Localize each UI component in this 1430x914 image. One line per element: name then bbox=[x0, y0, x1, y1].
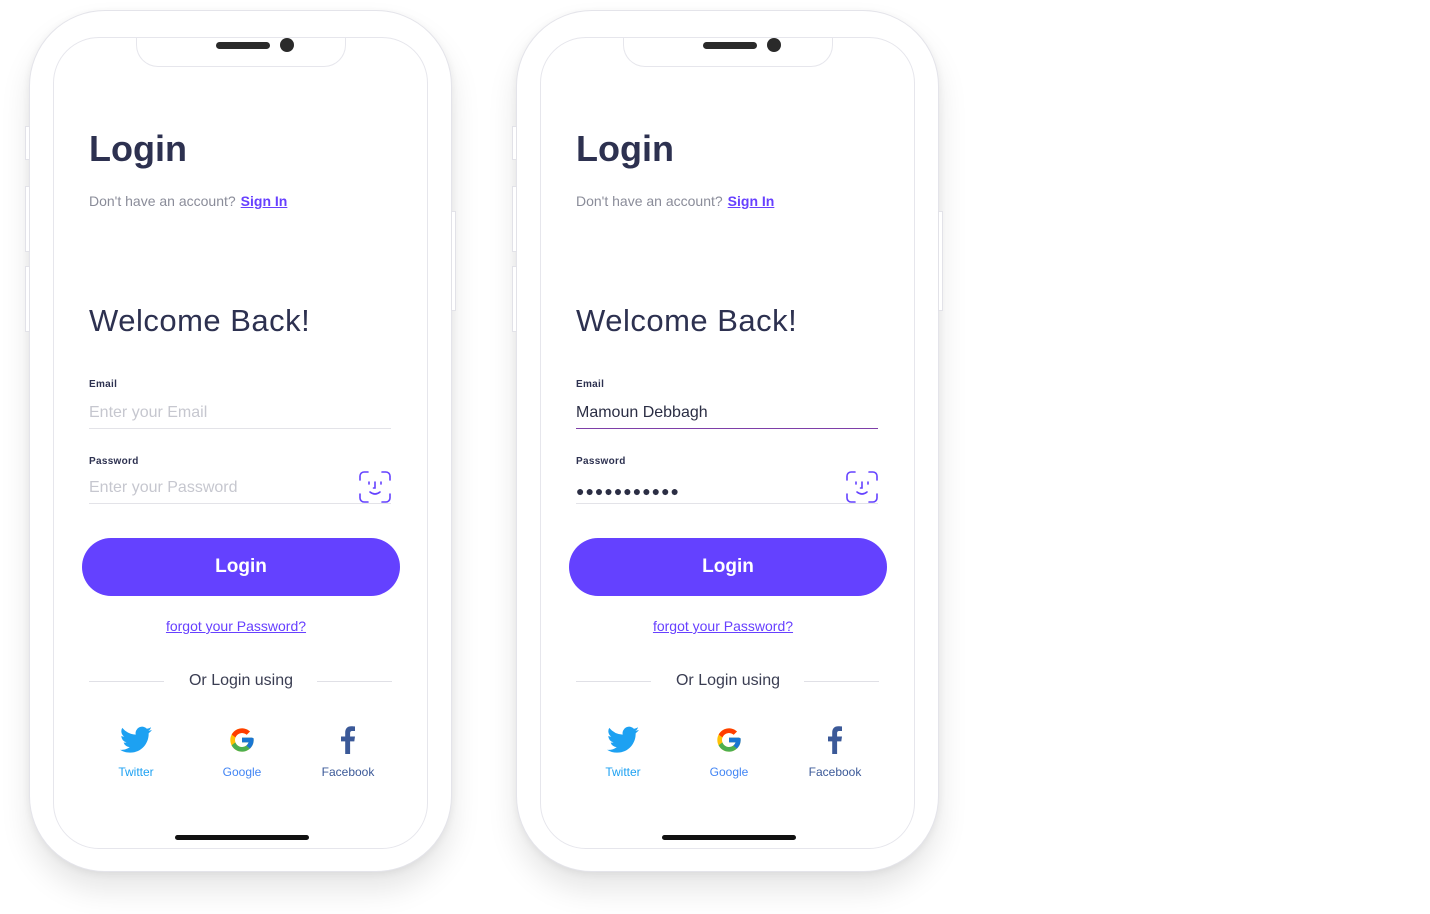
sign-in-link[interactable]: Sign In bbox=[241, 193, 288, 209]
twitter-login-button[interactable]: Twitter bbox=[91, 723, 181, 779]
home-indicator bbox=[662, 835, 796, 840]
volume-down-button bbox=[25, 266, 30, 332]
facebook-icon bbox=[303, 723, 393, 757]
power-button bbox=[451, 211, 456, 311]
twitter-icon bbox=[91, 723, 181, 757]
front-camera bbox=[280, 38, 294, 52]
google-login-button[interactable]: Google bbox=[684, 723, 774, 779]
twitter-icon bbox=[578, 723, 668, 757]
email-input[interactable] bbox=[89, 399, 391, 427]
phone-mockup-right: Login Don't have an account? Sign In Welc… bbox=[512, 10, 943, 872]
google-label: Google bbox=[222, 765, 262, 779]
facebook-login-button[interactable]: Facebook bbox=[790, 723, 880, 779]
divider-right bbox=[317, 681, 392, 682]
google-icon bbox=[197, 723, 287, 757]
forgot-password-link[interactable]: forgot your Password? bbox=[541, 618, 905, 634]
phone-mockup-left: Login Don't have an account? Sign In Welc… bbox=[25, 10, 456, 872]
divider-right bbox=[804, 681, 879, 682]
signup-prompt-text: Don't have an account? bbox=[89, 193, 236, 209]
mute-switch bbox=[25, 126, 30, 160]
password-field-wrapper bbox=[89, 471, 391, 504]
screen: Login Don't have an account? Sign In Welc… bbox=[540, 37, 915, 849]
twitter-label: Twitter bbox=[118, 765, 154, 779]
facebook-login-button[interactable]: Facebook bbox=[303, 723, 393, 779]
welcome-heading: Welcome Back! bbox=[89, 303, 311, 338]
page-title: Login bbox=[576, 128, 674, 169]
email-field-wrapper bbox=[89, 399, 391, 429]
password-masked-value[interactable]: ●●●●●●●●●●● bbox=[576, 483, 680, 499]
notch bbox=[623, 38, 833, 67]
facebook-label: Facebook bbox=[321, 765, 375, 779]
notch bbox=[136, 38, 346, 67]
sign-in-link[interactable]: Sign In bbox=[728, 193, 775, 209]
twitter-label: Twitter bbox=[605, 765, 641, 779]
email-label: Email bbox=[576, 379, 605, 390]
speaker bbox=[703, 42, 757, 49]
home-indicator bbox=[175, 835, 309, 840]
email-input[interactable] bbox=[576, 399, 878, 427]
signup-prompt: Don't have an account? Sign In bbox=[576, 193, 774, 209]
face-id-icon[interactable] bbox=[359, 471, 391, 503]
signup-prompt: Don't have an account? Sign In bbox=[89, 193, 287, 209]
login-button[interactable]: Login bbox=[569, 538, 887, 596]
screen: Login Don't have an account? Sign In Welc… bbox=[53, 37, 428, 849]
password-field-wrapper[interactable]: ●●●●●●●●●●● bbox=[576, 471, 878, 504]
volume-up-button bbox=[512, 186, 517, 252]
volume-up-button bbox=[25, 186, 30, 252]
welcome-heading: Welcome Back! bbox=[576, 303, 798, 338]
email-field-wrapper bbox=[576, 399, 878, 429]
password-label: Password bbox=[89, 456, 139, 467]
speaker bbox=[216, 42, 270, 49]
signup-prompt-text: Don't have an account? bbox=[576, 193, 723, 209]
forgot-password-link[interactable]: forgot your Password? bbox=[54, 618, 418, 634]
front-camera bbox=[767, 38, 781, 52]
google-icon bbox=[684, 723, 774, 757]
mute-switch bbox=[512, 126, 517, 160]
volume-down-button bbox=[512, 266, 517, 332]
page-title: Login bbox=[89, 128, 187, 169]
face-id-icon[interactable] bbox=[846, 471, 878, 503]
email-label: Email bbox=[89, 379, 118, 390]
google-login-button[interactable]: Google bbox=[197, 723, 287, 779]
password-input[interactable] bbox=[89, 474, 349, 502]
facebook-label: Facebook bbox=[808, 765, 862, 779]
google-label: Google bbox=[709, 765, 749, 779]
password-label: Password bbox=[576, 456, 626, 467]
twitter-login-button[interactable]: Twitter bbox=[578, 723, 668, 779]
login-button[interactable]: Login bbox=[82, 538, 400, 596]
facebook-icon bbox=[790, 723, 880, 757]
power-button bbox=[938, 211, 943, 311]
